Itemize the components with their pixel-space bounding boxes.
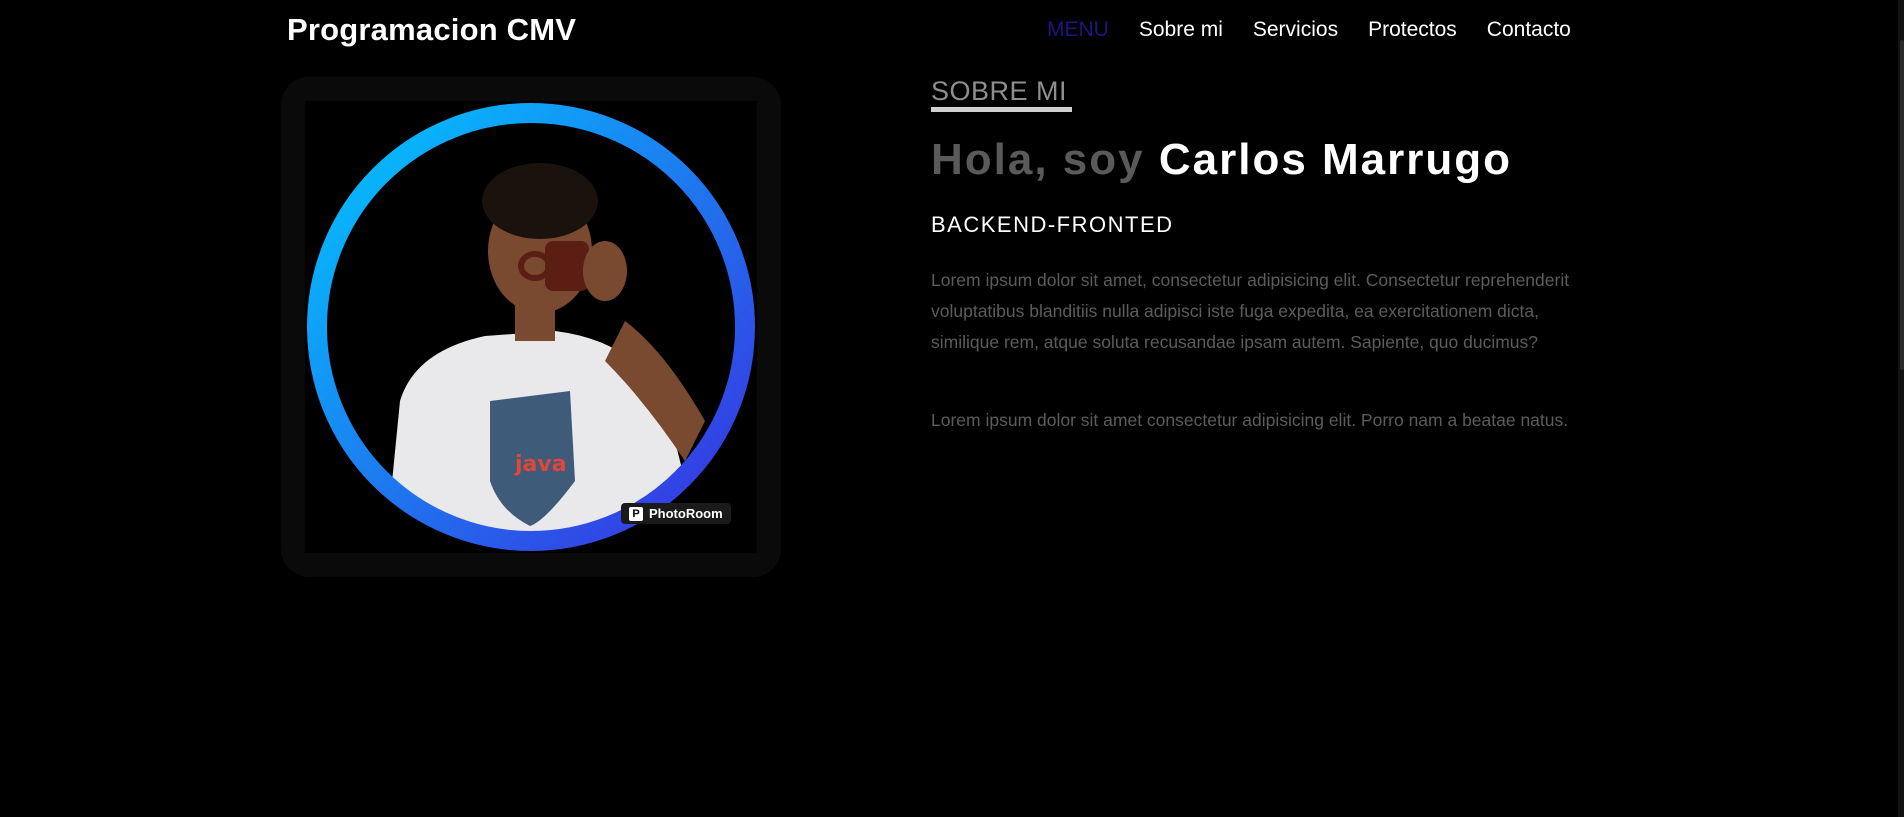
about-paragraph-2: Lorem ipsum dolor sit amet consectetur a… [931,410,1569,430]
brand-logo[interactable]: Programacion CMV [287,12,576,48]
photoroom-badge: P PhotoRoom [621,503,731,524]
greeting-heading: Hola, soy Carlos Marrugo [931,135,1512,185]
nav-item-menu[interactable]: MENU [1047,18,1109,42]
section-title-underline [931,107,1072,112]
nav-item-protectos[interactable]: Protectos [1368,18,1457,42]
nav-item-contacto[interactable]: Contacto [1487,18,1571,42]
nav-item-sobre-mi[interactable]: Sobre mi [1139,18,1223,42]
profile-photo-card: java P PhotoRoom [281,77,781,577]
about-paragraph-1: Lorem ipsum dolor sit amet, consectetur … [931,270,1570,352]
nav-item-servicios[interactable]: Servicios [1253,18,1338,42]
page-scrollbar[interactable] [1898,0,1904,817]
role-subtitle: BACKEND-FRONTED [931,212,1174,237]
photoroom-badge-text: PhotoRoom [649,506,723,521]
svg-text:java: java [514,452,567,477]
greeting-prefix: Hola, soy [931,135,1159,184]
main-nav: MENU Sobre mi Servicios Protectos Contac… [1047,18,1571,42]
section-title: SOBRE MI [931,76,1068,106]
profile-photo: java [307,103,755,551]
scrollbar-thumb[interactable] [1900,40,1904,370]
page: Programacion CMV MENU Sobre mi Servicios… [0,0,1904,817]
greeting-name: Carlos Marrugo [1158,135,1513,184]
photoroom-logo-icon: P [629,506,643,521]
